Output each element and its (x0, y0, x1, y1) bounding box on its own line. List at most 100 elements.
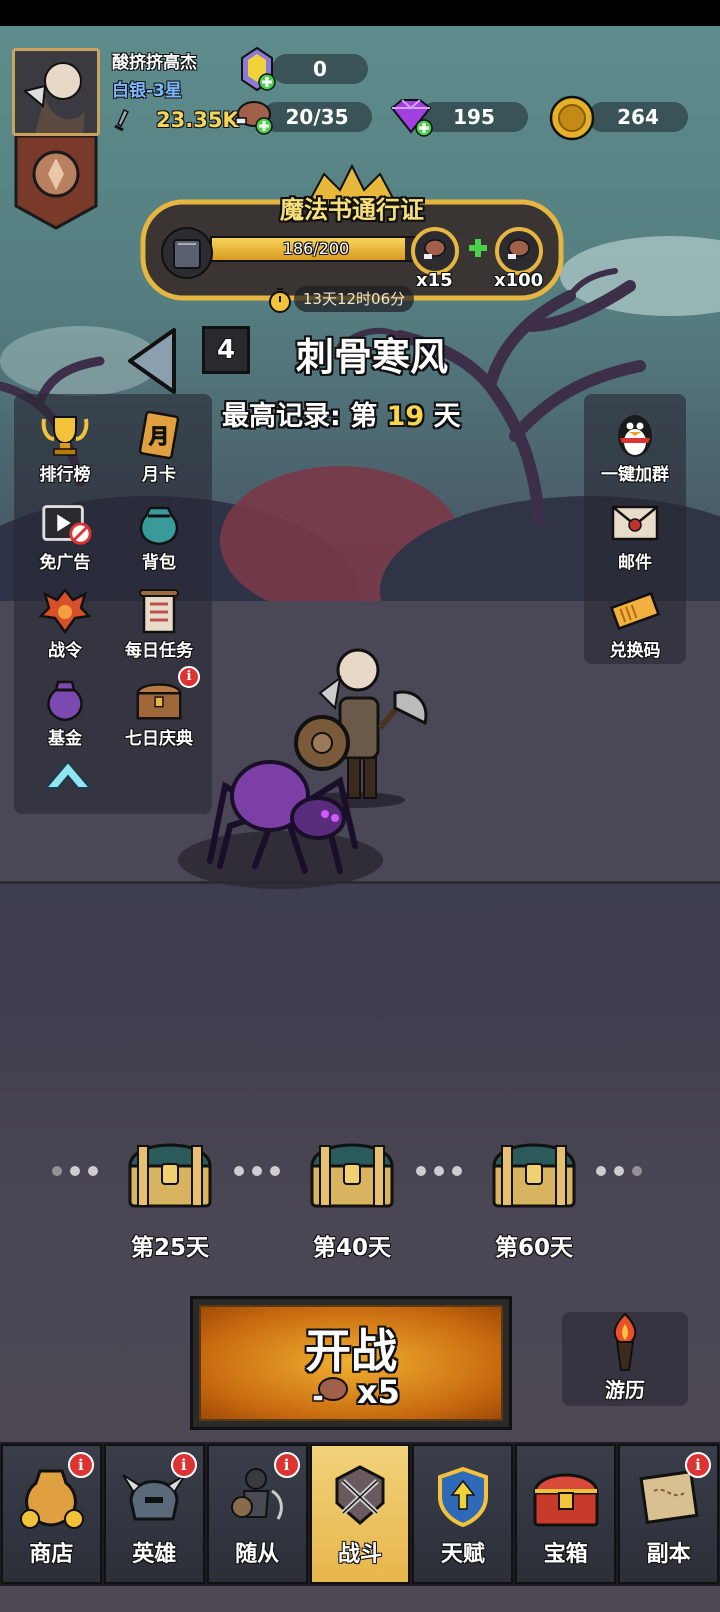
player-rank: 白银-3星 (112, 81, 182, 101)
player-avatar[interactable] (12, 48, 100, 136)
menu-label: 七日庆典 (125, 729, 193, 749)
menu-daily-tasks[interactable]: 每日任务 (114, 582, 204, 664)
month-card-glyph: 月 (148, 424, 169, 448)
tab-label: 英雄 (132, 1542, 177, 1567)
ticket-icon (609, 591, 661, 631)
menu-leaderboard[interactable]: 排行榜 (20, 406, 110, 488)
torch-icon (613, 1312, 637, 1371)
menu-label: 免广告 (39, 553, 91, 573)
menu-redeem-code[interactable]: 兑换码 (590, 582, 680, 664)
stamina-counter: 20/35 (262, 102, 372, 132)
reward-meat-icon[interactable] (494, 226, 544, 276)
menu-fund[interactable]: 基金 (20, 670, 110, 752)
no-ads-icon (42, 505, 92, 545)
collapse-up-arrow-icon[interactable] (42, 756, 94, 792)
menu-seven-day[interactable]: 七日庆典 i (114, 666, 204, 752)
qq-penguin-icon (618, 415, 652, 457)
power-value: 23.35K (156, 108, 239, 132)
menu-label: 每日任务 (125, 641, 193, 661)
menu-label: 月卡 (142, 465, 176, 485)
menu-label: 兑换码 (609, 641, 661, 661)
tab-battle[interactable]: 战斗 (309, 1444, 411, 1584)
milestone-chest-1[interactable]: 第25天 (110, 1134, 230, 1262)
menu-war-order[interactable]: 战令 (20, 582, 110, 664)
pass-progress-bar: 186/200 (210, 236, 422, 262)
battle-button[interactable]: 开战 x5 (190, 1296, 512, 1430)
battle-cost: x5 (357, 1373, 400, 1411)
tab-label: 天赋 (440, 1542, 485, 1567)
avatar-portrait-icon (15, 51, 97, 133)
crystal-add-icon[interactable] (238, 46, 276, 92)
tab-shop[interactable]: 商店 i (1, 1444, 102, 1584)
travel-button[interactable]: 游历 (562, 1312, 688, 1406)
milestone-chest-3[interactable]: 第60天 (474, 1134, 594, 1262)
tab-label: 副本 (646, 1542, 691, 1567)
reward-meat-icon[interactable] (410, 226, 460, 276)
menu-label: 邮件 (618, 553, 652, 573)
fund-icon (47, 680, 83, 722)
bottom-tab-bar: 商店 i 英雄 i 随从 i 战斗 天赋 宝箱 副本 i (0, 1442, 720, 1586)
menu-label: 背包 (142, 553, 176, 573)
tab-label: 随从 (235, 1542, 280, 1567)
bag-icon (139, 506, 179, 546)
record-prefix: 最高记录: 第 (222, 401, 378, 432)
menu-no-ads[interactable]: 免广告 (20, 494, 110, 576)
ground-line (0, 881, 720, 884)
mail-icon (611, 505, 659, 541)
pass-title: 魔法书通行证 (280, 196, 424, 224)
stamina-value: 20/35 (285, 105, 349, 129)
gem-value: 195 (453, 105, 495, 129)
menu-join-group[interactable]: 一键加群 (590, 406, 680, 488)
best-record: 最高记录: 第 19 天 (222, 394, 461, 433)
travel-label: 游历 (605, 1378, 645, 1402)
magic-book-icon (161, 227, 213, 279)
menu-label: 排行榜 (39, 465, 91, 485)
crossed-swords-icon (335, 1465, 385, 1525)
chest-label: 第60天 (494, 1235, 573, 1261)
tab-dungeon[interactable]: 副本 i (618, 1444, 720, 1584)
menu-month-card[interactable]: 月 月卡 (114, 406, 204, 488)
daily-task-icon (139, 589, 179, 634)
pass-progress-text: 186/200 (282, 239, 350, 258)
battle-label: 开战 (305, 1324, 397, 1378)
meat-add-icon[interactable] (232, 96, 276, 136)
tab-label: 战斗 (338, 1542, 383, 1567)
menu-label: 一键加群 (601, 465, 669, 485)
tab-talent[interactable]: 天赋 (412, 1444, 514, 1584)
seven-day-chest-icon (136, 683, 182, 720)
war-order-icon (39, 587, 91, 635)
trophy-icon (41, 416, 89, 456)
tab-hero[interactable]: 英雄 i (103, 1444, 205, 1584)
gem-add-icon[interactable] (386, 96, 436, 138)
gem-counter: 195 (420, 102, 528, 132)
talent-shield-icon (437, 1466, 488, 1528)
progress-dots (52, 1166, 98, 1176)
reward1-qty: x15 (416, 270, 453, 291)
tab-treasure[interactable]: 宝箱 (515, 1444, 617, 1584)
menu-label: 战令 (48, 641, 82, 661)
player-name: 酸挤挤高杰 (112, 53, 197, 73)
chest-icon (128, 1143, 212, 1208)
milestone-chest-2[interactable]: 第40天 (292, 1134, 412, 1262)
pass-timer: 13天12时06分 (294, 286, 414, 312)
month-card-icon: 月 (138, 410, 180, 460)
gold-coin-icon (549, 95, 595, 141)
record-suffix: 天 (433, 401, 461, 432)
rank-banner-icon[interactable] (14, 136, 98, 230)
menu-backpack[interactable]: 背包 (114, 494, 204, 576)
notification-badge: i (67, 1452, 94, 1478)
meat-icon (312, 1377, 348, 1402)
tab-follower[interactable]: 随从 i (206, 1444, 308, 1584)
notification-badge: i (178, 666, 200, 688)
menu-label: 基金 (48, 729, 82, 749)
menu-mail[interactable]: 邮件 (590, 494, 680, 576)
progress-dots (234, 1166, 280, 1176)
prev-stage-arrow-icon[interactable] (126, 326, 178, 396)
progress-dots (416, 1166, 462, 1176)
gold-value: 264 (617, 105, 659, 129)
stopwatch-icon (269, 288, 291, 313)
tab-label: 宝箱 (543, 1542, 588, 1567)
notification-badge: i (273, 1452, 300, 1478)
reward2-qty: x100 (494, 270, 544, 291)
stage-number: 4 (202, 326, 250, 374)
